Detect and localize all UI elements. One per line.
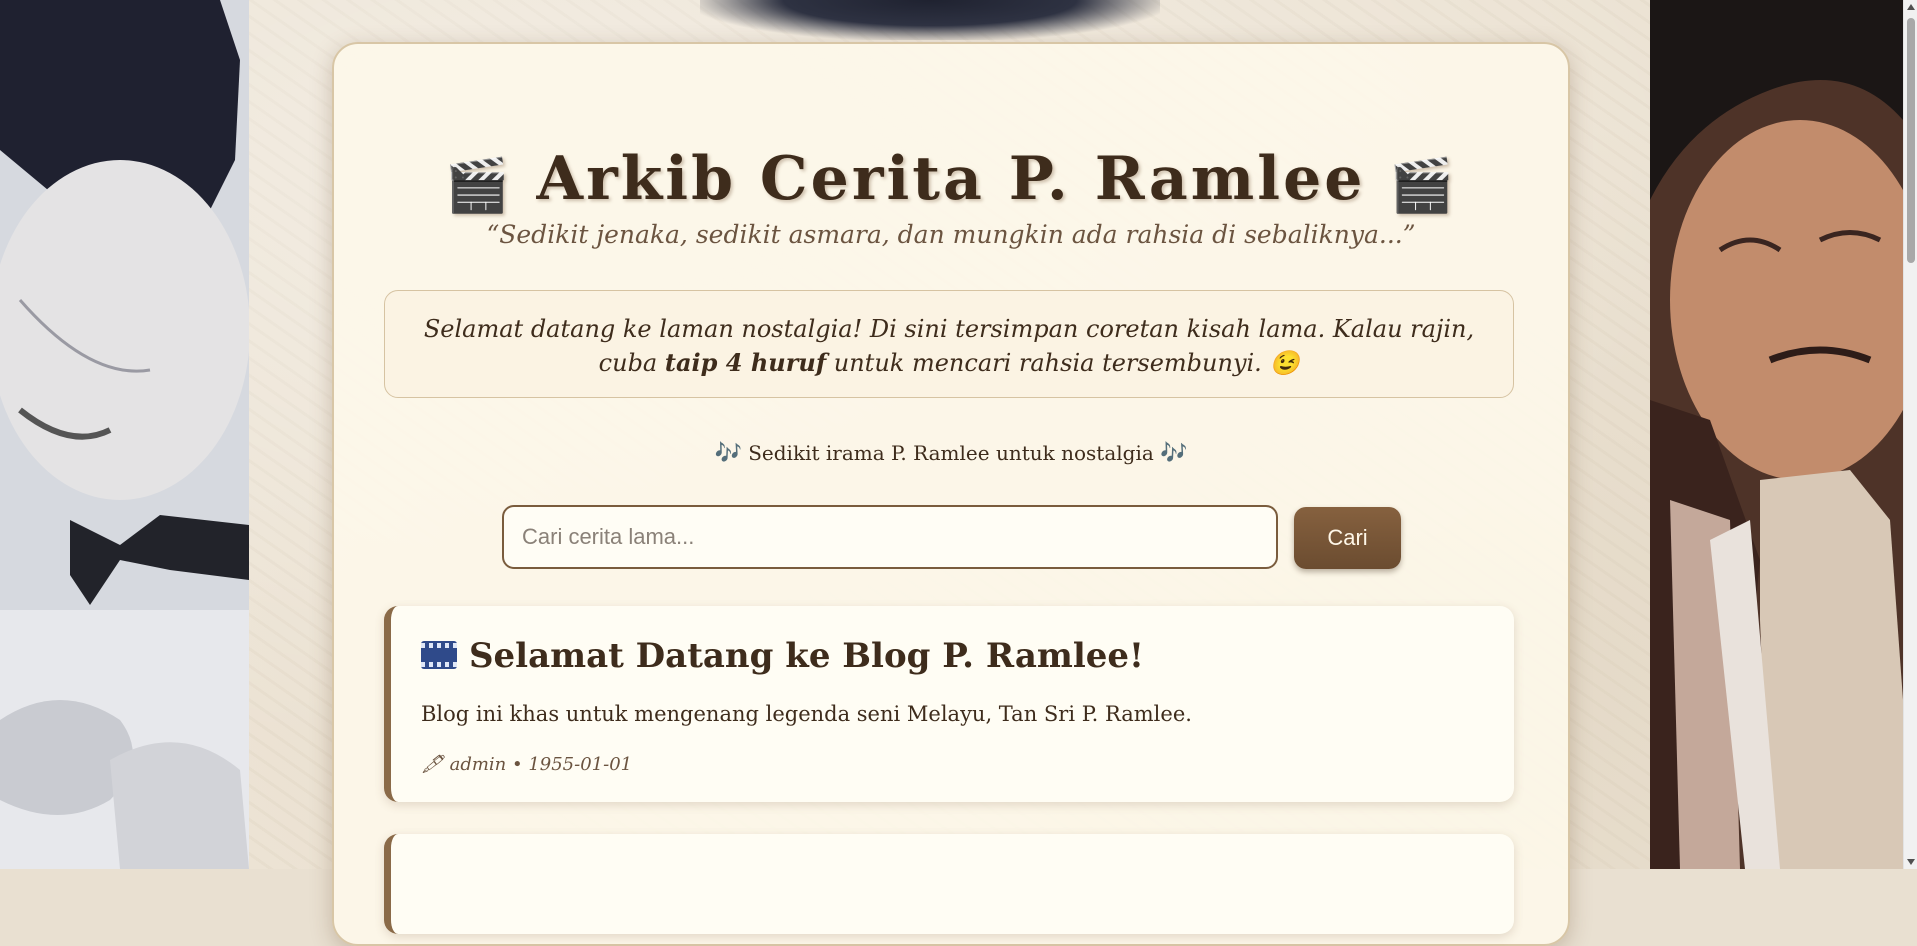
background-portrait-shadow [700, 0, 1160, 40]
post-card[interactable]: Selamat Datang ke Blog P. Ramlee! Blog i… [384, 606, 1514, 802]
pen-icon: 🖋 [421, 754, 444, 775]
clapperboard-icon: 🎬 [444, 155, 513, 216]
notice-hint-bold: taip 4 huruf [664, 348, 827, 377]
post-title-text[interactable]: Selamat Datang ke Blog P. Ramlee! [469, 636, 1144, 676]
music-notes-icon: 🎶 [1160, 441, 1188, 466]
page-scrollbar[interactable] [1903, 0, 1917, 869]
right-portrait-photo [1650, 0, 1903, 869]
search-input[interactable] [502, 505, 1278, 569]
music-text: Sedikit irama P. Ramlee untuk nostalgia [748, 441, 1154, 465]
scrollbar-thumb[interactable] [1907, 18, 1915, 263]
scroll-up-arrow-icon[interactable] [1907, 4, 1915, 10]
post-title[interactable]: Selamat Datang ke Blog P. Ramlee! [421, 636, 1144, 676]
wink-emoji-icon: 😉 [1269, 349, 1300, 377]
notice-text-after: untuk mencari rahsia tersembunyi. [826, 349, 1270, 377]
music-player-label: 🎶 Sedikit irama P. Ramlee untuk nostalgi… [334, 441, 1568, 466]
post-meta: 🖋 admin • 1955-01-01 [421, 754, 632, 775]
film-frames-icon [421, 641, 457, 669]
search-button[interactable]: Cari [1294, 507, 1401, 569]
clapperboard-icon: 🎬 [1389, 155, 1458, 216]
page-title-text: Arkib Cerita P. Ramlee [536, 144, 1366, 214]
post-author-date: admin • 1955-01-01 [449, 754, 633, 775]
post-excerpt: Blog ini khas untuk mengenang legenda se… [421, 702, 1192, 726]
main-content-card: 🎬 Arkib Cerita P. Ramlee 🎬 “Sedikit jena… [332, 42, 1570, 946]
page-subtitle: “Sedikit jenaka, sedikit asmara, dan mun… [486, 220, 1416, 249]
left-portrait-photo [0, 0, 249, 869]
scroll-down-arrow-icon[interactable] [1907, 859, 1915, 865]
welcome-notice: Selamat datang ke laman nostalgia! Di si… [384, 290, 1514, 398]
page-title: 🎬 Arkib Cerita P. Ramlee 🎬 [334, 144, 1568, 216]
post-card[interactable] [384, 834, 1514, 934]
music-notes-icon: 🎶 [714, 441, 742, 466]
